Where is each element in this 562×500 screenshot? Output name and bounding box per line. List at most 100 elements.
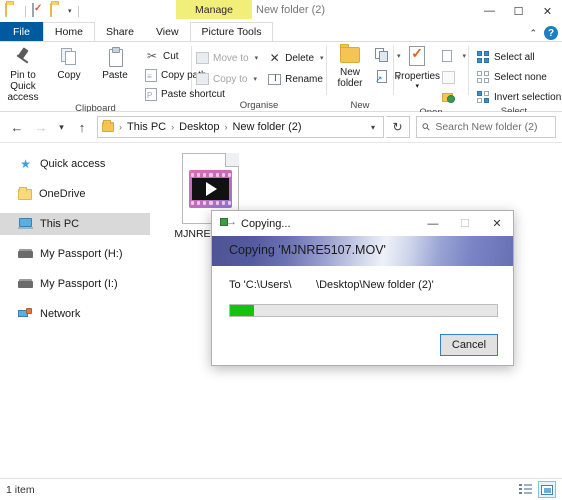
history-button[interactable] (440, 89, 468, 107)
tab-share[interactable]: Share (95, 22, 145, 41)
select-none-label: Select none (494, 71, 547, 83)
tab-picture-tools[interactable]: Picture Tools (189, 22, 274, 41)
breadcrumb-desktop[interactable]: Desktop (177, 121, 221, 133)
tab-file[interactable]: File (0, 22, 43, 41)
new-folder-button[interactable]: New folder (327, 44, 373, 89)
large-icons-view-button[interactable] (538, 481, 556, 498)
dialog-close-button[interactable]: ✕ (481, 211, 513, 236)
ribbon-group-select: Select all Select none Invert selection … (469, 42, 562, 117)
ribbon-tab-strip: File Home Share View Picture Tools ⌃ ? (0, 22, 562, 41)
qat-divider (25, 5, 26, 17)
help-icon[interactable]: ? (544, 26, 558, 40)
dialog-footer: Cancel (212, 325, 513, 365)
collapse-ribbon-icon[interactable]: ⌃ (529, 28, 537, 39)
close-button[interactable]: ✕ (533, 0, 562, 22)
edit-icon (442, 70, 456, 84)
dialog-title-bar: → Copying... — ☐ ✕ (212, 211, 513, 236)
properties-caret[interactable]: ▾ (415, 81, 419, 92)
sidebar-item-this-pc[interactable]: This PC (0, 213, 150, 235)
rename-icon (268, 73, 282, 85)
forward-button[interactable]: → (30, 116, 52, 138)
invert-selection-icon (477, 90, 490, 104)
address-bar: ← → ▾ ↑ › This PC › Desktop › New folder… (0, 112, 562, 142)
invert-selection-button[interactable]: Invert selection (473, 88, 562, 106)
paste-button[interactable]: Paste (92, 46, 138, 81)
move-to-label: Move to (213, 52, 249, 64)
edit-button[interactable] (440, 68, 468, 86)
delete-button[interactable]: ✕ Delete ▾ (264, 49, 327, 67)
qat-properties-icon[interactable] (32, 3, 46, 18)
sidebar-item-quick-access[interactable]: ★ Quick access (0, 153, 150, 175)
copy-button[interactable]: Copy (46, 46, 92, 81)
dialog-banner: Copying 'MJNRE5107.MOV' (212, 236, 513, 266)
dialog-maximize-button[interactable]: ☐ (449, 211, 481, 236)
dialog-destination-text: To 'C:\Users\ \Desktop\New folder (2)' (229, 279, 434, 291)
qat-new-folder-icon[interactable] (5, 3, 19, 18)
rename-button[interactable]: Rename (264, 70, 327, 88)
drive-icon-2 (18, 279, 33, 289)
back-button[interactable]: ← (6, 116, 28, 138)
sidebar-gap-4 (0, 265, 150, 273)
properties-button[interactable]: ✓ Properties ▾ (394, 45, 440, 92)
sidebar-item-my-passport-h[interactable]: My Passport (H:) (0, 243, 150, 265)
new-folder-label-2: folder (337, 78, 363, 89)
star-icon: ★ (20, 157, 31, 171)
ribbon-group-open: ✓ Properties ▾ ▾ Open (394, 42, 468, 118)
address-field[interactable]: › This PC › Desktop › New folder (2) ▾ (97, 116, 384, 138)
move-to-button[interactable]: Move to ▾ (192, 49, 262, 67)
address-folder-icon (102, 120, 114, 132)
organise-group-label: Organise (239, 100, 279, 111)
copy-to-button[interactable]: Copy to ▾ (192, 70, 262, 88)
sidebar-label-my-passport-i: My Passport (I:) (40, 278, 118, 290)
refresh-button[interactable]: ↻ (386, 116, 410, 138)
select-all-button[interactable]: Select all (473, 48, 562, 66)
sidebar-item-my-passport-i[interactable]: My Passport (I:) (0, 273, 150, 295)
delete-caret[interactable]: ▾ (320, 54, 324, 62)
sidebar-label-onedrive: OneDrive (39, 188, 86, 200)
pin-to-quick-access-button[interactable]: Pin to Quick access (0, 46, 46, 103)
address-dropdown-icon[interactable]: ▾ (365, 123, 381, 132)
open-icon (442, 49, 456, 63)
sidebar-gap-3 (0, 235, 150, 243)
up-button[interactable]: ↑ (71, 116, 93, 138)
details-view-icon (518, 484, 532, 495)
qat-folder-icon[interactable] (50, 3, 64, 18)
copy-to-label: Copy to (213, 73, 248, 85)
breadcrumb-this-pc[interactable]: This PC (125, 121, 168, 133)
sidebar-label-quick-access: Quick access (40, 158, 106, 170)
window-title: New folder (2) (256, 4, 326, 16)
status-bar: 1 item (0, 478, 562, 500)
maximize-button[interactable]: ☐ (504, 0, 533, 22)
sidebar-label-network: Network (40, 308, 81, 320)
copy-to-caret[interactable]: ▾ (253, 75, 257, 83)
open-button[interactable]: ▾ (440, 47, 468, 65)
recent-locations-button[interactable]: ▾ (54, 116, 69, 138)
qat-customize-caret[interactable]: ▾ (68, 8, 72, 15)
scissors-icon: ✂ (146, 49, 158, 63)
breadcrumb-new-folder[interactable]: New folder (2) (230, 121, 303, 133)
search-placeholder: Search New folder (2) (435, 121, 538, 133)
new-folder-label-1: New (339, 67, 360, 78)
select-none-button[interactable]: Select none (473, 68, 562, 86)
new-group-label: New (350, 100, 370, 111)
minimize-button[interactable]: — (475, 0, 504, 22)
item-count-label: 1 item (6, 483, 35, 496)
copy-progress-icon: → (220, 217, 237, 230)
sidebar-item-onedrive[interactable]: OneDrive (0, 183, 150, 205)
file-explorer-window: ▾ Manage New folder (2) — ☐ ✕ File Home … (0, 0, 562, 500)
tab-home[interactable]: Home (42, 22, 95, 41)
dialog-minimize-button[interactable]: — (417, 211, 449, 236)
pin-to-quick-access-label-1: Pin to Quick (10, 70, 36, 92)
cancel-button[interactable]: Cancel (440, 334, 498, 356)
large-icons-view-icon (541, 484, 553, 495)
drive-icon (18, 249, 33, 259)
move-to-caret[interactable]: ▾ (255, 54, 259, 62)
sidebar-item-network[interactable]: Network (0, 303, 150, 325)
tab-view[interactable]: View (145, 22, 190, 41)
details-view-button[interactable] (516, 481, 534, 498)
pin-to-quick-access-label-2: access (7, 92, 39, 103)
breadcrumb-separator-0: › (119, 122, 122, 132)
open-caret[interactable]: ▾ (462, 52, 466, 60)
search-input[interactable]: ⚲ Search New folder (2) (416, 116, 556, 138)
breadcrumb-separator-2: › (224, 122, 228, 132)
